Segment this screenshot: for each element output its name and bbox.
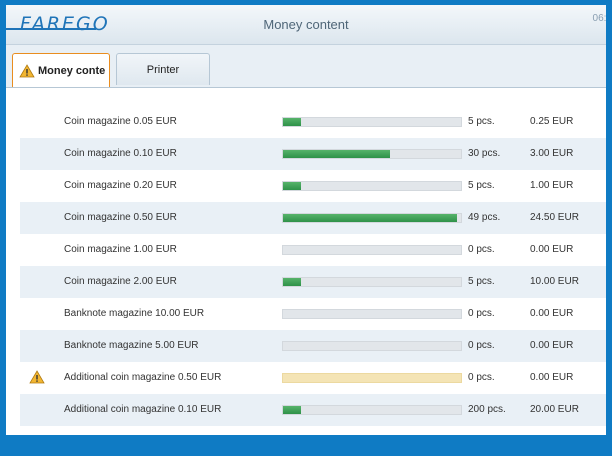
row-amount: 3.00 EUR	[530, 148, 574, 159]
bottom-bar	[0, 435, 612, 456]
table-row: Coin magazine 1.00 EUR 0 pcs. 0.00 EUR	[20, 234, 606, 266]
fill-level-bar	[282, 149, 462, 159]
row-count: 200 pcs.	[468, 404, 506, 415]
table-row: Banknote magazine 10.00 EUR 0 pcs. 0.00 EU…	[20, 298, 606, 330]
row-count: 0 pcs.	[468, 372, 495, 383]
row-label: Banknote magazine 10.00 EUR	[64, 308, 205, 319]
tab-bar: Money conte Printer	[6, 45, 606, 88]
fill-level-bar	[282, 245, 462, 255]
row-count: 5 pcs.	[468, 180, 495, 191]
table-row: Additional coin magazine 0.50 EUR 0 pcs. 0…	[20, 362, 606, 394]
table-row: Additional coin magazine 0.10 EUR 200 pcs…	[20, 394, 606, 426]
row-amount: 0.00 EUR	[530, 308, 574, 319]
fill-level-indicator	[283, 118, 301, 126]
row-label: Coin magazine 0.05 EUR	[64, 116, 177, 127]
row-label: Coin magazine 0.20 EUR	[64, 180, 177, 191]
row-amount: 1.00 EUR	[530, 180, 574, 191]
row-amount: 0.00 EUR	[530, 340, 574, 351]
row-count: 0 pcs.	[468, 244, 495, 255]
row-label: Additional coin magazine 0.10 EUR	[64, 404, 222, 415]
tab-money-content-label: Money conte	[38, 64, 106, 77]
row-label: Banknote magazine 5.00 EUR	[64, 340, 199, 351]
fill-level-indicator	[283, 214, 458, 222]
money-content-list: Coin magazine 0.05 EUR 5 pcs. 0.25 EUR Coin…	[6, 88, 606, 435]
row-count: 5 pcs.	[468, 276, 495, 287]
fill-level-indicator	[283, 278, 301, 286]
table-row: Coin magazine 2.00 EUR 5 pcs. 10.00 EUR	[20, 266, 606, 298]
row-count: 0 pcs.	[468, 308, 495, 319]
fill-level-bar	[282, 277, 462, 287]
row-label: Additional coin magazine 0.50 EUR	[64, 372, 222, 383]
fill-level-bar	[282, 309, 462, 319]
row-count: 30 pcs.	[468, 148, 501, 159]
row-amount: 10.00 EUR	[530, 276, 579, 287]
row-amount: 0.00 EUR	[530, 372, 574, 383]
table-row: Coin magazine 0.05 EUR 5 pcs. 0.25 EUR	[20, 106, 606, 138]
table-row: Coin magazine 0.10 EUR 30 pcs. 3.00 EUR	[20, 138, 606, 170]
fill-level-bar	[282, 213, 462, 223]
fill-level-indicator	[283, 182, 301, 190]
row-count: 5 pcs.	[468, 116, 495, 127]
table-row: Banknote magazine 5.00 EUR 0 pcs. 0.00 EUR	[20, 330, 606, 362]
fill-level-bar	[282, 181, 462, 191]
title-bar: FAREGO Money content 06:0	[6, 5, 606, 45]
fill-level-indicator	[283, 150, 390, 158]
tab-printer-label: Printer	[146, 63, 180, 76]
row-count: 49 pcs.	[468, 212, 501, 223]
table-row: Coin magazine 0.50 EUR 49 pcs. 24.50 EUR	[20, 202, 606, 234]
fill-level-bar	[282, 341, 462, 351]
warning-icon	[19, 63, 35, 77]
table-row: Coin magazine 0.20 EUR 5 pcs. 1.00 EUR	[20, 170, 606, 202]
fill-level-bar	[282, 373, 462, 383]
tab-printer[interactable]: Printer	[116, 53, 210, 85]
row-label: Coin magazine 0.10 EUR	[64, 148, 177, 159]
row-amount: 20.00 EUR	[530, 404, 579, 415]
clock: 06:0	[592, 13, 606, 24]
fill-level-bar	[282, 117, 462, 127]
row-label: Coin magazine 2.00 EUR	[64, 276, 177, 287]
page-title: Money content	[263, 17, 349, 32]
row-amount: 24.50 EUR	[530, 212, 579, 223]
row-count: 0 pcs.	[468, 340, 495, 351]
fill-level-indicator	[283, 406, 301, 414]
row-amount: 0.25 EUR	[530, 116, 574, 127]
row-label: Coin magazine 1.00 EUR	[64, 244, 177, 255]
warning-icon	[29, 370, 45, 384]
tab-money-content[interactable]: Money conte	[12, 53, 110, 87]
row-label: Coin magazine 0.50 EUR	[64, 212, 177, 223]
app-window: FAREGO Money content 06:0 Money conte Pr…	[6, 5, 606, 435]
fill-level-bar	[282, 405, 462, 415]
row-amount: 0.00 EUR	[530, 244, 574, 255]
